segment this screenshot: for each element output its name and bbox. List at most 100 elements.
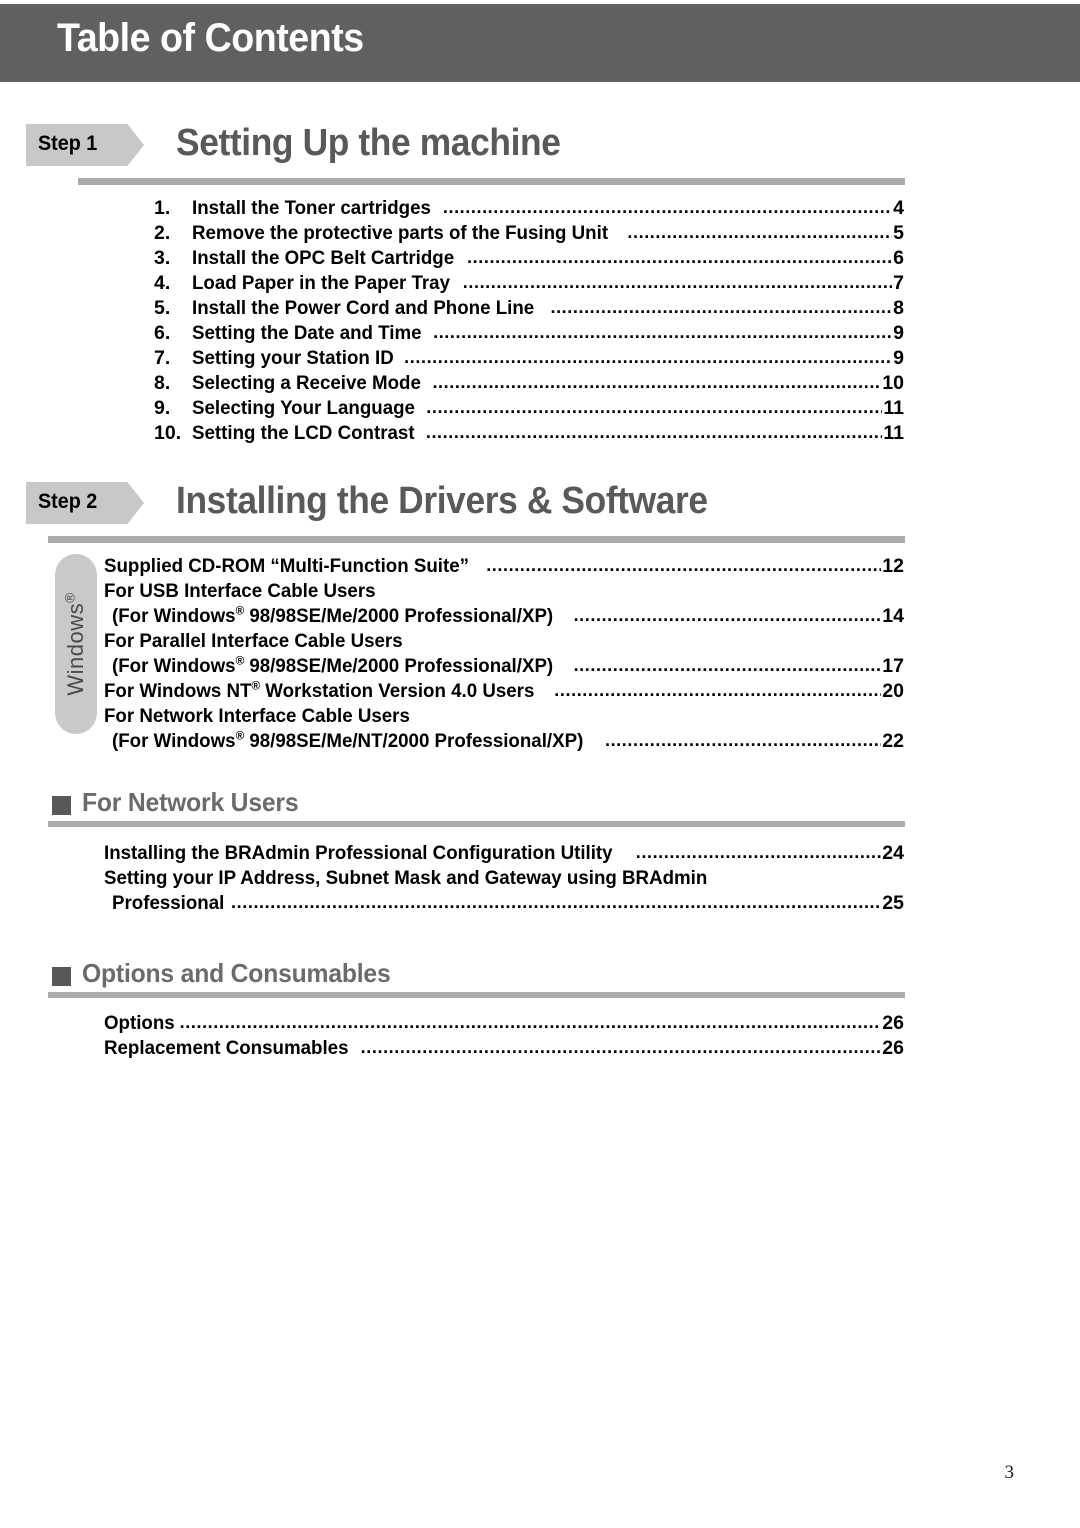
toc-entry[interactable]: Supplied CD-ROM “Multi-Function Suite” .… bbox=[104, 555, 904, 577]
toc-entry-number: 10. bbox=[154, 422, 182, 444]
toc-label-pre: For Windows NT bbox=[104, 680, 252, 702]
step-1-title: Setting Up the machine bbox=[176, 122, 561, 164]
toc-label-pre: (For Windows bbox=[112, 730, 236, 752]
toc-entry[interactable]: Installing the BRAdmin Professional Conf… bbox=[104, 842, 904, 864]
step-2-rule bbox=[48, 536, 905, 543]
section-title: For Network Users bbox=[82, 787, 299, 817]
toc-entry-number: 1. bbox=[154, 197, 171, 219]
toc-entry-page: 5 bbox=[893, 222, 904, 244]
registered-mark-icon: ® bbox=[62, 592, 78, 603]
square-bullet-icon bbox=[52, 796, 71, 815]
toc-entry[interactable]: Options ................................… bbox=[104, 1012, 904, 1034]
toc-entry-page: 17 bbox=[882, 655, 904, 677]
toc-entry-label: (For Windows® 98/98SE/Me/2000 Profession… bbox=[112, 654, 554, 677]
toc-label-post: 98/98SE/Me/2000 Professional/XP) bbox=[244, 655, 554, 677]
toc-label-pre: (For Windows bbox=[112, 655, 236, 677]
toc-leader-dots: ........................................… bbox=[432, 373, 881, 391]
toc-entry-page: 9 bbox=[893, 322, 904, 344]
toc-entry-number: 5. bbox=[154, 297, 171, 319]
toc-entry-page: 10 bbox=[882, 372, 904, 394]
toc-entry-heading: For USB Interface Cable Users bbox=[104, 580, 376, 602]
toc-entry-page: 9 bbox=[893, 347, 904, 369]
toc-entry-label: Remove the protective parts of the Fusin… bbox=[192, 222, 609, 244]
toc-entry[interactable]: For Windows NT® Workstation Version 4.0 … bbox=[104, 678, 904, 702]
toc-entry-label: Replacement Consumables bbox=[104, 1037, 349, 1059]
toc-leader-dots: ........................................… bbox=[550, 298, 893, 316]
toc-entry-page: 12 bbox=[882, 555, 904, 577]
toc-entry-label: Supplied CD-ROM “Multi-Function Suite” bbox=[104, 555, 469, 577]
toc-entry[interactable]: 6. Setting the Date and Time ...........… bbox=[154, 322, 904, 344]
toc-leader-dots: ........................................… bbox=[573, 606, 882, 624]
toc-entry-label: Installing the BRAdmin Professional Conf… bbox=[104, 842, 613, 864]
square-bullet-icon bbox=[52, 967, 71, 986]
toc-leader-dots: ........................................… bbox=[231, 893, 881, 911]
toc-leader-dots: ........................................… bbox=[433, 323, 893, 341]
toc-entry-number: 2. bbox=[154, 222, 171, 244]
toc-entry-label: For Windows NT® Workstation Version 4.0 … bbox=[104, 678, 535, 702]
toc-entry-label: Setting the LCD Contrast bbox=[192, 422, 415, 444]
step-2-title: Installing the Drivers & Software bbox=[176, 480, 708, 522]
toc-entry[interactable]: (For Windows® 98/98SE/Me/2000 Profession… bbox=[112, 603, 904, 627]
toc-label-post: 98/98SE/Me/2000 Professional/XP) bbox=[244, 605, 554, 627]
toc-leader-dots: ........................................… bbox=[573, 656, 882, 674]
toc-entry[interactable]: 1. Install the Toner cartridges ........… bbox=[154, 197, 904, 219]
toc-entry[interactable]: 2. Remove the protective parts of the Fu… bbox=[154, 222, 904, 244]
toc-entry-page: 6 bbox=[893, 247, 904, 269]
toc-entry[interactable]: 5. Install the Power Cord and Phone Line… bbox=[154, 297, 904, 319]
windows-side-tab: Windows® bbox=[55, 554, 97, 734]
toc-leader-dots: ........................................… bbox=[179, 1013, 882, 1031]
toc-entry-label: Selecting a Receive Mode bbox=[192, 372, 421, 394]
toc-entry-page: 24 bbox=[882, 842, 904, 864]
toc-entry-number: 7. bbox=[154, 347, 171, 369]
toc-entry[interactable]: Replacement Consumables ................… bbox=[104, 1037, 904, 1059]
toc-entry[interactable]: (For Windows® 98/98SE/Me/2000 Profession… bbox=[112, 654, 904, 677]
registered-mark-icon: ® bbox=[251, 678, 261, 693]
step-2-badge-label: Step 2 bbox=[38, 490, 98, 513]
toc-leader-dots: ........................................… bbox=[462, 273, 893, 291]
toc-entry-label: Setting the Date and Time bbox=[192, 322, 422, 344]
toc-leader-dots: ........................................… bbox=[442, 198, 892, 216]
toc-entry-label: (For Windows® 98/98SE/Me/NT/2000 Profess… bbox=[112, 729, 583, 752]
toc-entry[interactable]: Professional ...........................… bbox=[112, 893, 904, 914]
toc-entry-page: 11 bbox=[883, 422, 904, 444]
toc-entry-label: Selecting Your Language bbox=[192, 397, 415, 419]
toc-leader-dots: ........................................… bbox=[426, 398, 882, 416]
toc-entry[interactable]: 8. Selecting a Receive Mode ............… bbox=[154, 372, 904, 394]
toc-entry-heading: For Parallel Interface Cable Users bbox=[104, 630, 403, 652]
toc-leader-dots: ........................................… bbox=[486, 556, 881, 574]
toc-entry-page: 26 bbox=[882, 1012, 904, 1034]
toc-leader-dots: ........................................… bbox=[627, 223, 892, 241]
step-1-badge-label: Step 1 bbox=[38, 132, 98, 155]
toc-entry-label: Install the Power Cord and Phone Line bbox=[192, 297, 535, 319]
toc-entry-page: 8 bbox=[893, 297, 904, 319]
toc-entry[interactable]: 7. Setting your Station ID .............… bbox=[154, 347, 904, 369]
toc-label-pre: (For Windows bbox=[112, 605, 236, 627]
toc-entry-label: Options bbox=[104, 1012, 175, 1034]
section-title: Options and Consumables bbox=[82, 958, 391, 988]
toc-entry-page: 11 bbox=[883, 397, 904, 419]
toc-entry-label: (For Windows® 98/98SE/Me/2000 Profession… bbox=[112, 603, 554, 627]
windows-side-tab-label: Windows® bbox=[63, 592, 89, 695]
toc-entry-page: 7 bbox=[893, 272, 904, 294]
registered-mark-icon: ® bbox=[235, 603, 245, 618]
section-rule bbox=[48, 992, 905, 998]
toc-entry[interactable]: 3. Install the OPC Belt Cartridge ......… bbox=[154, 247, 904, 269]
toc-entry-number: 8. bbox=[154, 372, 171, 394]
footer-page-number: 3 bbox=[1004, 1462, 1015, 1483]
toc-leader-dots: ........................................… bbox=[554, 681, 881, 699]
toc-entry-number: 6. bbox=[154, 322, 171, 344]
toc-label-post: Workstation Version 4.0 Users bbox=[260, 680, 535, 702]
toc-entry[interactable]: (For Windows® 98/98SE/Me/NT/2000 Profess… bbox=[112, 729, 904, 752]
toc-entry-heading: Setting your IP Address, Subnet Mask and… bbox=[104, 867, 708, 889]
page-header-bar: Table of Contents bbox=[0, 4, 1080, 82]
toc-leader-dots: ........................................… bbox=[467, 248, 892, 266]
toc-entry[interactable]: 10. Setting the LCD Contrast ...........… bbox=[154, 422, 904, 444]
step-1-rule bbox=[78, 178, 905, 185]
toc-entry-page: 26 bbox=[882, 1037, 904, 1059]
toc-entry-label: Load Paper in the Paper Tray bbox=[192, 272, 451, 294]
page-title: Table of Contents bbox=[57, 16, 364, 60]
windows-side-tab-text: Windows bbox=[63, 602, 88, 696]
toc-entry[interactable]: 4. Load Paper in the Paper Tray ........… bbox=[154, 272, 904, 294]
toc-entry-page: 14 bbox=[882, 605, 904, 627]
toc-entry[interactable]: 9. Selecting Your Language .............… bbox=[154, 397, 904, 419]
